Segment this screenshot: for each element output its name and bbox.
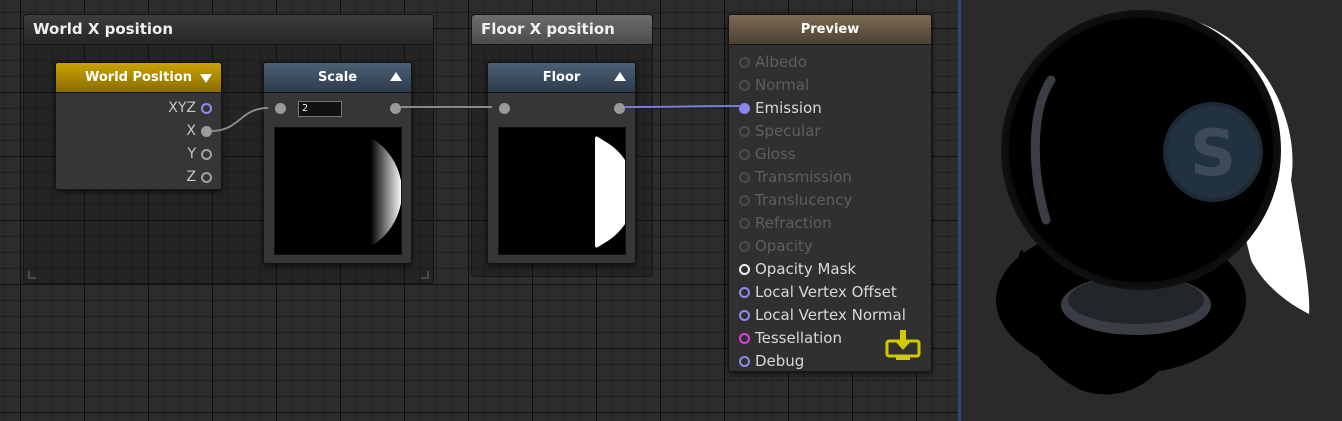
logo-letter: S bbox=[1190, 117, 1236, 191]
floor-node-header[interactable]: Floor bbox=[488, 63, 635, 93]
preview-input-label: Specular bbox=[755, 122, 821, 140]
world-position-node-title: World Position bbox=[84, 70, 192, 85]
input-connector-icon[interactable] bbox=[739, 240, 750, 252]
frame-corner-bl bbox=[28, 271, 36, 279]
preview-input-label: Refraction bbox=[755, 214, 832, 232]
port-label-x: X bbox=[186, 123, 196, 139]
preview-input-translucency[interactable]: Translucency bbox=[739, 191, 852, 209]
preview-input-label: Local Vertex Normal bbox=[755, 306, 906, 324]
input-connector-icon[interactable] bbox=[739, 79, 750, 91]
port-label-z: Z bbox=[186, 169, 196, 185]
preview-input-label: Emission bbox=[755, 99, 822, 117]
input-connector-icon[interactable] bbox=[739, 56, 750, 68]
preview-input-local-vertex-normal[interactable]: Local Vertex Normal bbox=[739, 306, 906, 324]
scale-preview-gradient-icon bbox=[275, 128, 401, 254]
scale-node-title: Scale bbox=[317, 70, 358, 85]
preview-input-specular[interactable]: Specular bbox=[739, 122, 821, 140]
floor-node-title: Floor bbox=[542, 70, 581, 85]
preview-node-header[interactable]: Preview bbox=[729, 15, 931, 45]
preview-input-normal[interactable]: Normal bbox=[739, 76, 809, 94]
frame-title-world-x[interactable]: World X position bbox=[24, 15, 433, 45]
input-connector-icon[interactable] bbox=[739, 148, 750, 160]
node-graph-canvas[interactable]: World X position Floor X position World … bbox=[0, 0, 958, 421]
preview-input-transmission[interactable]: Transmission bbox=[739, 168, 852, 186]
scale-node-header[interactable]: Scale bbox=[264, 63, 411, 93]
floor-node[interactable]: Floor bbox=[487, 62, 636, 264]
scale-node[interactable]: Scale 2 bbox=[263, 62, 412, 264]
preview-input-tessellation[interactable]: Tessellation bbox=[739, 329, 842, 347]
preview-input-opacity-mask[interactable]: Opacity Mask bbox=[739, 260, 856, 278]
output-dot-z-icon[interactable] bbox=[201, 171, 212, 183]
output-port-xyz[interactable]: XYZ bbox=[168, 100, 212, 116]
floor-input-dot-icon[interactable] bbox=[499, 103, 510, 114]
collapse-up-arrow-icon[interactable] bbox=[614, 72, 626, 81]
input-connector-icon[interactable] bbox=[739, 194, 750, 206]
preview-input-label: Opacity Mask bbox=[755, 260, 857, 278]
scale-output-dot-icon[interactable] bbox=[390, 103, 401, 114]
output-dot-y-icon[interactable] bbox=[201, 148, 212, 160]
preview-output-node[interactable]: Preview Albedo Normal Emission Specular Glos… bbox=[728, 14, 932, 372]
output-port-y[interactable]: Y bbox=[187, 146, 212, 162]
input-connector-icon[interactable] bbox=[739, 171, 750, 183]
input-connector-icon[interactable] bbox=[739, 332, 750, 344]
floor-output-dot-icon[interactable] bbox=[614, 103, 625, 114]
preview-input-label: Gloss bbox=[755, 145, 796, 163]
input-connector-icon[interactable] bbox=[739, 355, 750, 367]
output-port-z[interactable]: Z bbox=[186, 169, 212, 185]
frame-corner-br[interactable] bbox=[421, 271, 429, 279]
preview-input-label: Transmission bbox=[755, 168, 852, 186]
preview-input-refraction[interactable]: Refraction bbox=[739, 214, 832, 232]
preview-input-label: Opacity bbox=[755, 237, 813, 255]
port-label-y: Y bbox=[187, 146, 196, 162]
preview-mesh-robot-head-icon: S bbox=[996, 10, 1310, 395]
collapse-down-arrow-icon[interactable] bbox=[200, 74, 212, 83]
input-connector-icon[interactable] bbox=[739, 263, 750, 275]
preview-input-emission[interactable]: Emission bbox=[739, 99, 822, 117]
frame-title-floor-x[interactable]: Floor X position bbox=[472, 15, 652, 45]
input-connector-icon[interactable] bbox=[739, 309, 750, 321]
input-connector-icon[interactable] bbox=[739, 125, 750, 137]
scale-preview bbox=[274, 127, 402, 255]
preview-input-label: Translucency bbox=[755, 191, 853, 209]
input-connector-icon[interactable] bbox=[739, 286, 750, 298]
3d-preview-viewport[interactable]: S bbox=[961, 0, 1342, 421]
world-position-node[interactable]: World Position XYZ X Y Z bbox=[55, 62, 222, 190]
preview-input-label: Tessellation bbox=[755, 329, 842, 347]
output-dot-x-icon[interactable] bbox=[201, 125, 212, 137]
preview-input-label: Debug bbox=[755, 352, 805, 370]
preview-input-gloss[interactable]: Gloss bbox=[739, 145, 796, 163]
preview-node-title: Preview bbox=[800, 22, 860, 37]
scale-input-dot-icon[interactable] bbox=[275, 103, 286, 114]
floor-preview bbox=[498, 127, 626, 255]
collapse-up-arrow-icon[interactable] bbox=[390, 72, 402, 81]
scale-value-field[interactable]: 2 bbox=[298, 101, 342, 117]
preview-input-opacity[interactable]: Opacity bbox=[739, 237, 813, 255]
preview-input-label: Local Vertex Offset bbox=[755, 283, 897, 301]
port-label-xyz: XYZ bbox=[168, 100, 196, 116]
output-port-x[interactable]: X bbox=[186, 123, 212, 139]
preview-input-label: Albedo bbox=[755, 53, 807, 71]
floor-preview-half-moon-icon bbox=[499, 128, 625, 254]
input-connector-icon[interactable] bbox=[739, 217, 750, 229]
save-to-disk-icon[interactable] bbox=[885, 329, 921, 361]
preview-input-albedo[interactable]: Albedo bbox=[739, 53, 807, 71]
output-dot-xyz-icon[interactable] bbox=[201, 102, 212, 114]
preview-input-label: Normal bbox=[755, 76, 810, 94]
preview-input-local-vertex-offset[interactable]: Local Vertex Offset bbox=[739, 283, 897, 301]
input-connector-icon[interactable] bbox=[739, 102, 750, 114]
world-position-node-header[interactable]: World Position bbox=[56, 63, 221, 93]
preview-input-debug[interactable]: Debug bbox=[739, 352, 804, 370]
